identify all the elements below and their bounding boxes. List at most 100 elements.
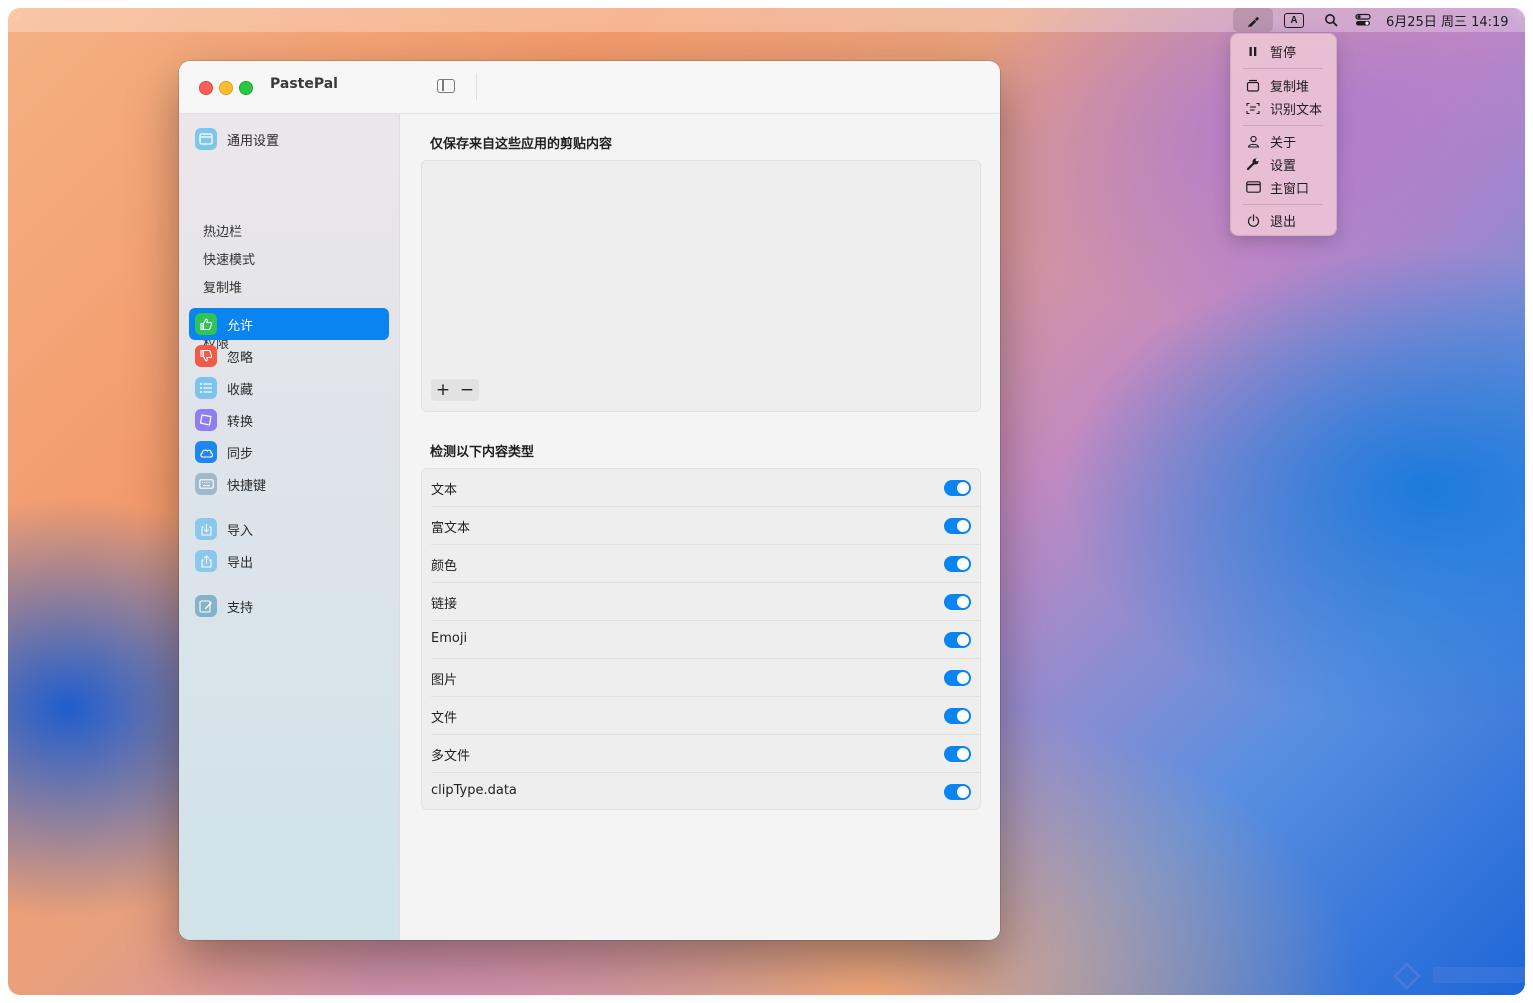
remove-app-button[interactable]: − <box>455 379 479 401</box>
sidebar-item-label: 快捷键 <box>227 478 267 494</box>
sidebar-item-label: 允许 <box>227 318 254 334</box>
zoom-button[interactable] <box>239 81 253 95</box>
window-title: PastePal <box>270 76 338 92</box>
emoji-toggle[interactable] <box>944 632 971 648</box>
content-type-row-image: 图片 <box>422 659 980 697</box>
sidebar-item-import[interactable]: 导入 <box>189 513 389 545</box>
detect-types-title: 检测以下内容类型 <box>430 445 535 460</box>
text-scan-icon <box>1245 100 1261 116</box>
input-source-indicator[interactable]: A <box>1283 8 1305 32</box>
menu-separator <box>1243 204 1323 205</box>
control-center[interactable] <box>1353 8 1373 32</box>
menu-item-settings[interactable]: 设置 <box>1231 153 1336 175</box>
menu-item-label: 识别文本 <box>1270 102 1323 118</box>
content-type-label: 文本 <box>431 483 458 498</box>
sidebar-item-label: 通用设置 <box>227 133 280 149</box>
sidebar-item-transform[interactable]: 转换 <box>189 404 389 436</box>
menu-item-main-window[interactable]: 主窗口 <box>1231 176 1336 198</box>
sidebar-item-label: 同步 <box>227 446 254 462</box>
sidebar-toggle-icon[interactable] <box>437 79 455 93</box>
sidebar-item-general-settings[interactable]: 通用设置 <box>189 123 389 155</box>
content-type-row-cliptype-data: clipType.data <box>422 773 980 809</box>
image-toggle[interactable] <box>944 670 971 686</box>
list-icon <box>195 377 217 399</box>
minimize-button[interactable] <box>219 81 233 95</box>
menu-bar: A 6月25日 周三 14:19 <box>8 8 1525 32</box>
content-type-row-multi-file: 多文件 <box>422 735 980 773</box>
sidebar-item-sync[interactable]: 同步 <box>189 436 389 468</box>
text-toggle[interactable] <box>944 480 971 496</box>
window-titlebar[interactable]: PastePal <box>179 61 1000 114</box>
menu-separator <box>1243 125 1323 126</box>
menubar-clock[interactable]: 6月25日 周三 14:19 <box>1386 8 1516 32</box>
content-type-row-emoji: Emoji <box>422 621 980 659</box>
window-icon <box>1245 179 1261 195</box>
content-type-label: 颜色 <box>431 559 458 574</box>
multi-file-toggle[interactable] <box>944 746 971 762</box>
sidebar-item-label: 导入 <box>227 523 254 539</box>
power-icon <box>1245 212 1261 228</box>
content-type-label: 富文本 <box>431 521 471 536</box>
menu-item-label: 复制堆 <box>1270 79 1310 95</box>
input-source-label: A <box>1284 12 1304 28</box>
transform-icon <box>195 409 217 431</box>
content-type-label: Emoji <box>431 631 468 646</box>
content-type-label: 多文件 <box>431 749 471 764</box>
sidebar-subitem-hot-edge[interactable]: 热边栏 <box>203 220 242 240</box>
menu-item-label: 暂停 <box>1270 45 1297 61</box>
menu-item-pause[interactable]: 暂停 <box>1231 40 1336 62</box>
content-type-row-color: 颜色 <box>422 545 980 583</box>
content-type-label: 文件 <box>431 711 458 726</box>
export-icon <box>195 550 217 572</box>
menu-item-label: 设置 <box>1270 158 1297 174</box>
control-center-icon <box>1355 13 1371 26</box>
content-type-row-file: 文件 <box>422 697 980 735</box>
content-type-label: 图片 <box>431 673 458 688</box>
spotlight-search[interactable] <box>1321 8 1341 32</box>
sidebar-item-label: 转换 <box>227 414 254 430</box>
content-type-label: clipType.data <box>431 783 517 798</box>
color-toggle[interactable] <box>944 556 971 572</box>
content-types-list: 文本 富文本 颜色 链接 Emoji 图片 文件 多文件 clipType.da… <box>421 468 981 810</box>
close-button[interactable] <box>199 81 213 95</box>
sidebar-item-ignore[interactable]: 忽略 <box>189 340 389 372</box>
import-icon <box>195 518 217 540</box>
allowed-apps-list[interactable]: + − <box>421 160 981 412</box>
person-icon <box>1245 133 1261 149</box>
general-settings-icon <box>195 128 217 150</box>
pause-icon <box>1245 43 1261 59</box>
titlebar-divider <box>476 73 477 100</box>
content-type-row-link: 链接 <box>422 583 980 621</box>
sidebar-item-label: 收藏 <box>227 382 254 398</box>
pen-icon <box>1247 16 1259 27</box>
add-app-button[interactable]: + <box>431 379 455 401</box>
file-toggle[interactable] <box>944 708 971 724</box>
cloud-icon <box>195 441 217 463</box>
menu-item-quit[interactable]: 退出 <box>1231 209 1336 231</box>
sidebar: 通用设置 热边栏 快速模式 复制堆 纯文本 权限 允许 忽略 收藏 <box>179 114 400 940</box>
sidebar-item-label: 导出 <box>227 555 254 571</box>
menu-item-recognize-text[interactable]: 识别文本 <box>1231 97 1336 119</box>
sidebar-item-label: 忽略 <box>227 350 254 366</box>
watermark-logo <box>1392 961 1525 991</box>
sidebar-subitem-copy-stack[interactable]: 复制堆 <box>203 276 242 296</box>
sidebar-item-shortcuts[interactable]: 快捷键 <box>189 468 389 500</box>
keyboard-icon <box>195 473 217 495</box>
sidebar-item-allow[interactable]: 允许 <box>189 308 389 340</box>
support-icon <box>195 595 217 617</box>
pastepal-status-item[interactable] <box>1233 8 1273 32</box>
sidebar-item-favorites[interactable]: 收藏 <box>189 372 389 404</box>
menu-item-label: 退出 <box>1270 214 1297 230</box>
link-toggle[interactable] <box>944 594 971 610</box>
wrench-icon <box>1245 156 1261 172</box>
menu-item-copy-stack[interactable]: 复制堆 <box>1231 74 1336 96</box>
menu-item-label: 主窗口 <box>1270 181 1310 197</box>
sidebar-item-export[interactable]: 导出 <box>189 545 389 577</box>
menu-item-about[interactable]: 关于 <box>1231 130 1336 152</box>
pastepal-window: PastePal 通用设置 热边栏 快速模式 复制堆 纯文本 权限 允许 忽略 <box>179 61 1000 940</box>
sidebar-subitem-quick-mode[interactable]: 快速模式 <box>203 248 255 268</box>
sidebar-item-support[interactable]: 支持 <box>189 590 389 622</box>
content-type-row-rich-text: 富文本 <box>422 507 980 545</box>
rich-text-toggle[interactable] <box>944 518 971 534</box>
cliptype-data-toggle[interactable] <box>944 784 971 800</box>
